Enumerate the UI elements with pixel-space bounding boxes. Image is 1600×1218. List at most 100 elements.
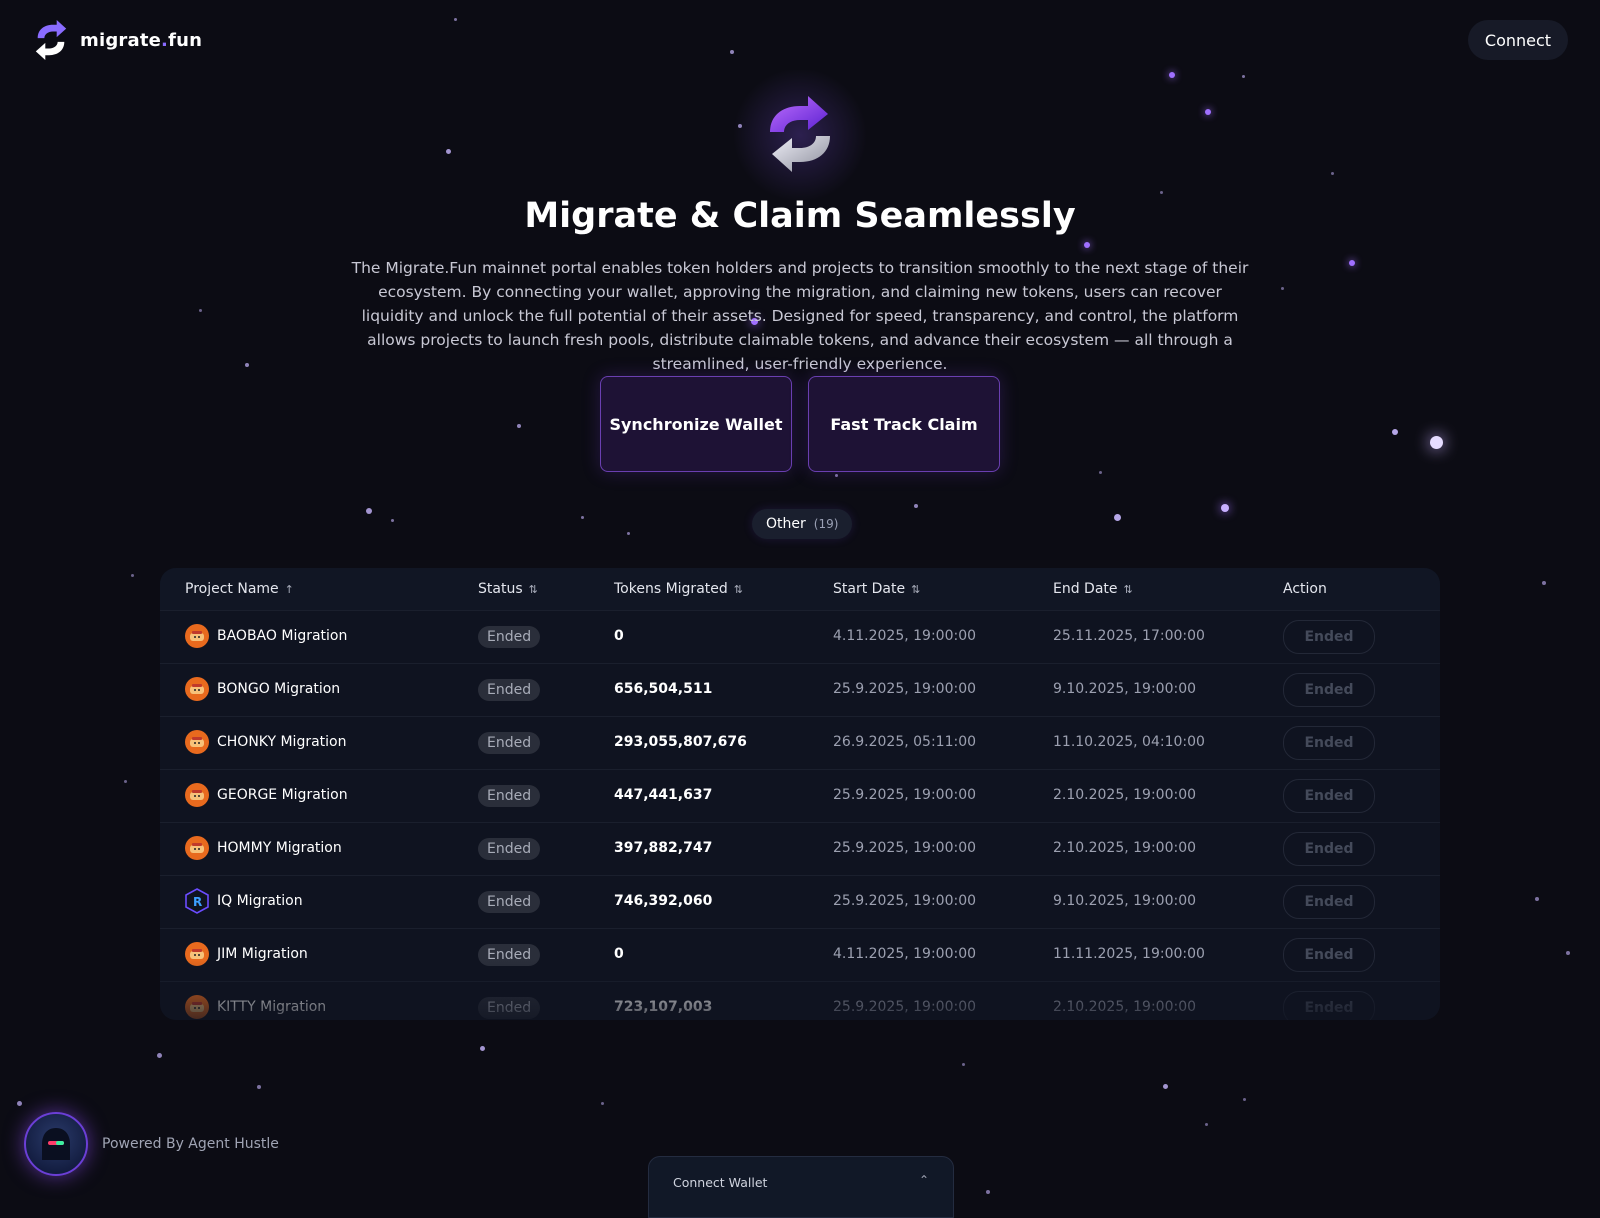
start-date: 4.11.2025, 19:00:00 <box>833 946 977 962</box>
agent-hustle-badge[interactable]: Powered By Agent Hustle <box>24 1112 279 1176</box>
sort-icon: ⇅ <box>528 582 538 596</box>
dog-avatar-icon <box>185 624 209 648</box>
tokens-migrated: 447,441,637 <box>614 787 713 803</box>
project-cell: HOMMY Migration <box>185 836 342 860</box>
start-date: 26.9.2025, 05:11:00 <box>833 734 977 750</box>
dog-avatar-icon <box>185 995 209 1019</box>
chevron-up-icon[interactable]: ⌃ <box>919 1173 929 1187</box>
sort-icon: ⇅ <box>1123 582 1133 596</box>
tokens-migrated: 397,882,747 <box>614 840 713 856</box>
project-cell: R IQ Migration <box>185 888 303 914</box>
filter-count: (19) <box>813 517 839 531</box>
project-cell: KITTY Migration <box>185 995 326 1019</box>
project-name: CHONKY Migration <box>217 734 347 750</box>
powered-by-label: Powered By Agent Hustle <box>102 1136 279 1152</box>
status-badge: Ended <box>478 838 541 860</box>
ended-button[interactable]: Ended <box>1283 885 1375 919</box>
ended-button[interactable]: Ended <box>1283 832 1375 866</box>
connect-wallet-label: Connect Wallet <box>673 1175 768 1190</box>
table-row[interactable]: KITTY Migration Ended 723,107,003 25.9.2… <box>160 981 1440 1020</box>
filter-label: Other <box>766 516 806 532</box>
column-header-end-date[interactable]: End Date ⇅ <box>1053 581 1133 597</box>
table-row[interactable]: JIM Migration Ended 0 4.11.2025, 19:00:0… <box>160 928 1440 981</box>
sync-arrows-icon <box>35 20 67 60</box>
project-name: GEORGE Migration <box>217 787 348 803</box>
status-badge: Ended <box>478 997 541 1019</box>
project-cell: GEORGE Migration <box>185 783 348 807</box>
column-header-project-name[interactable]: Project Name ↑ <box>185 581 294 597</box>
svg-text:R: R <box>193 895 202 909</box>
project-name: IQ Migration <box>217 893 303 909</box>
end-date: 2.10.2025, 19:00:00 <box>1053 999 1197 1015</box>
dog-avatar-icon <box>185 783 209 807</box>
tokens-migrated: 0 <box>614 946 624 962</box>
table-row[interactable]: HOMMY Migration Ended 397,882,747 25.9.2… <box>160 822 1440 875</box>
project-cell: JIM Migration <box>185 942 308 966</box>
sort-icon: ⇅ <box>733 582 743 596</box>
dog-avatar-icon <box>185 942 209 966</box>
project-cell: CHONKY Migration <box>185 730 347 754</box>
project-name: BONGO Migration <box>217 681 341 697</box>
dog-avatar-icon <box>185 836 209 860</box>
ended-button[interactable]: Ended <box>1283 779 1375 813</box>
status-badge: Ended <box>478 891 541 913</box>
end-date: 25.11.2025, 17:00:00 <box>1053 628 1205 644</box>
table-row[interactable]: CHONKY Migration Ended 293,055,807,676 2… <box>160 716 1440 769</box>
logo[interactable]: migrate.fun <box>32 18 202 62</box>
status-badge: Ended <box>478 679 541 701</box>
logo-text: migrate.fun <box>80 29 203 51</box>
end-date: 9.10.2025, 19:00:00 <box>1053 681 1197 697</box>
sort-icon: ⇅ <box>911 582 921 596</box>
synchronize-wallet-button[interactable]: Synchronize Wallet <box>600 376 792 472</box>
table-header: Project Name ↑ Status ⇅ Tokens Migrated ⇅ S… <box>160 568 1440 610</box>
project-name: BAOBAO Migration <box>217 628 348 644</box>
iq-hexagon-icon: R <box>185 888 209 914</box>
column-header-start-date[interactable]: Start Date ⇅ <box>833 581 920 597</box>
status-badge: Ended <box>478 785 541 807</box>
start-date: 25.9.2025, 19:00:00 <box>833 787 977 803</box>
table-body: BAOBAO Migration Ended 0 4.11.2025, 19:0… <box>160 610 1440 1020</box>
connect-button[interactable]: Connect <box>1468 20 1568 60</box>
table-row[interactable]: BONGO Migration Ended 656,504,511 25.9.2… <box>160 663 1440 716</box>
tokens-migrated: 723,107,003 <box>614 999 713 1015</box>
end-date: 11.10.2025, 04:10:00 <box>1053 734 1205 750</box>
ended-button[interactable]: Ended <box>1283 991 1375 1020</box>
project-name: JIM Migration <box>217 946 308 962</box>
hooded-figure-icon <box>42 1128 70 1160</box>
end-date: 9.10.2025, 19:00:00 <box>1053 893 1197 909</box>
tokens-migrated: 746,392,060 <box>614 893 713 909</box>
agent-avatar <box>24 1112 88 1176</box>
ended-button[interactable]: Ended <box>1283 673 1375 707</box>
ended-button[interactable]: Ended <box>1283 726 1375 760</box>
table-row[interactable]: R IQ Migration Ended 746,392,060 25.9.20… <box>160 875 1440 928</box>
column-header-action: Action <box>1283 581 1327 597</box>
page-title: Migrate & Claim Seamlessly <box>524 196 1076 236</box>
project-name: KITTY Migration <box>217 999 327 1015</box>
dog-avatar-icon <box>185 730 209 754</box>
start-date: 25.9.2025, 19:00:00 <box>833 999 977 1015</box>
dog-avatar-icon <box>185 677 209 701</box>
project-cell: BONGO Migration <box>185 677 340 701</box>
start-date: 4.11.2025, 19:00:00 <box>833 628 977 644</box>
hero-description: The Migrate.Fun mainnet portal enables t… <box>351 259 1249 373</box>
connect-wallet-drawer[interactable]: Connect Wallet ⌃ <box>648 1156 954 1218</box>
table-row[interactable]: GEORGE Migration Ended 447,441,637 25.9.… <box>160 769 1440 822</box>
start-date: 25.9.2025, 19:00:00 <box>833 840 977 856</box>
status-badge: Ended <box>478 944 541 966</box>
project-name: HOMMY Migration <box>217 840 342 856</box>
table-row[interactable]: BAOBAO Migration Ended 0 4.11.2025, 19:0… <box>160 610 1440 663</box>
start-date: 25.9.2025, 19:00:00 <box>833 681 977 697</box>
ended-button[interactable]: Ended <box>1283 938 1375 972</box>
tokens-migrated: 0 <box>614 628 624 644</box>
filter-tab-other[interactable]: Other (19) <box>752 509 853 539</box>
tokens-migrated: 293,055,807,676 <box>614 734 747 750</box>
ended-button[interactable]: Ended <box>1283 620 1375 654</box>
status-badge: Ended <box>478 732 541 754</box>
fast-track-claim-button[interactable]: Fast Track Claim <box>808 376 1000 472</box>
migrate-sync-icon <box>770 96 830 172</box>
column-header-status[interactable]: Status ⇅ <box>478 581 538 597</box>
column-header-tokens-migrated[interactable]: Tokens Migrated ⇅ <box>614 581 743 597</box>
end-date: 2.10.2025, 19:00:00 <box>1053 840 1197 856</box>
sort-asc-icon: ↑ <box>284 582 294 596</box>
project-cell: BAOBAO Migration <box>185 624 347 648</box>
